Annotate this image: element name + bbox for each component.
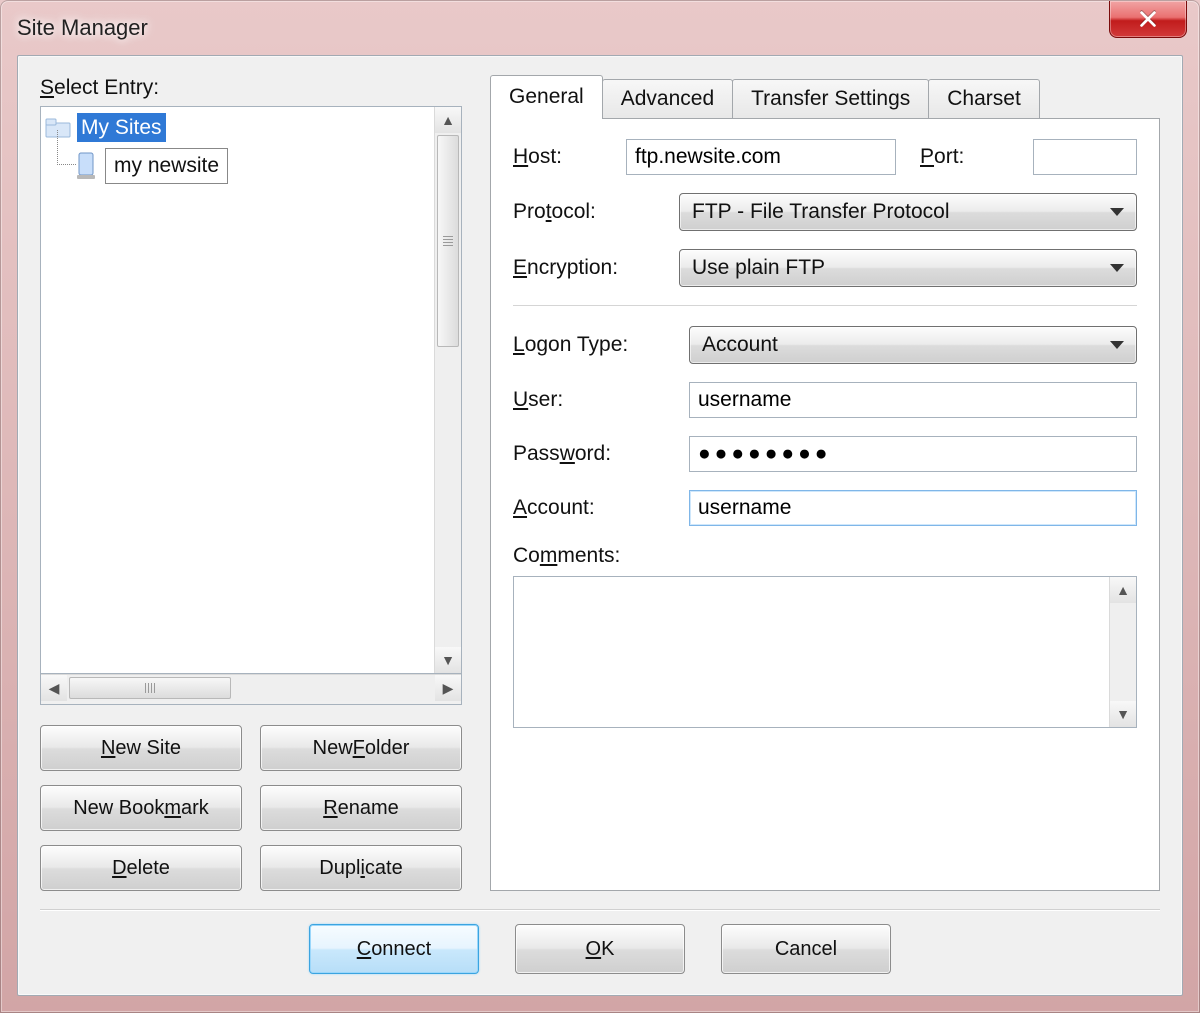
protocol-select[interactable]: FTP - File Transfer Protocol bbox=[679, 193, 1137, 231]
scroll-thumb[interactable] bbox=[437, 135, 459, 347]
host-label: Host: bbox=[513, 145, 610, 169]
tab-panel-general: Host: Port: Protocol: FTP - File Transfe… bbox=[490, 118, 1160, 891]
scroll-up-arrow-icon[interactable]: ▲ bbox=[435, 107, 461, 133]
tree-item-label: my newsite bbox=[105, 148, 228, 183]
logon-type-label: Logon Type: bbox=[513, 333, 673, 357]
comments-vertical-scrollbar[interactable]: ▲ ▼ bbox=[1109, 577, 1136, 727]
tree-horizontal-scrollbar[interactable]: ◀ ▶ bbox=[41, 674, 461, 701]
protocol-label: Protocol: bbox=[513, 200, 663, 224]
new-folder-button[interactable]: New Folder bbox=[260, 725, 462, 771]
footer-divider bbox=[40, 909, 1160, 910]
tree-item-my-newsite[interactable]: my newsite bbox=[75, 148, 430, 183]
host-input[interactable] bbox=[626, 139, 896, 175]
chevron-down-icon bbox=[1110, 264, 1124, 272]
scroll-right-arrow-icon[interactable]: ▶ bbox=[435, 675, 461, 701]
tree-root-label: My Sites bbox=[77, 113, 166, 142]
tab-bar: General Advanced Transfer Settings Chars… bbox=[490, 76, 1160, 118]
port-input[interactable] bbox=[1033, 139, 1137, 175]
account-label: Account: bbox=[513, 496, 673, 520]
user-input[interactable] bbox=[689, 382, 1137, 418]
chevron-down-icon bbox=[1110, 341, 1124, 349]
rename-button[interactable]: Rename bbox=[260, 785, 462, 831]
scroll-thumb[interactable] bbox=[69, 677, 231, 699]
new-site-button[interactable]: New Site bbox=[40, 725, 242, 771]
scroll-down-arrow-icon[interactable]: ▼ bbox=[1110, 701, 1136, 727]
close-button[interactable] bbox=[1109, 1, 1187, 38]
encryption-value: Use plain FTP bbox=[692, 256, 825, 280]
tree-vertical-scrollbar[interactable]: ▲ ▼ bbox=[434, 107, 461, 673]
scroll-up-arrow-icon[interactable]: ▲ bbox=[1110, 577, 1136, 603]
scroll-down-arrow-icon[interactable]: ▼ bbox=[435, 647, 461, 673]
password-label: Password: bbox=[513, 442, 673, 466]
tab-general[interactable]: General bbox=[490, 75, 603, 119]
scroll-left-arrow-icon[interactable]: ◀ bbox=[41, 675, 67, 701]
tab-charset[interactable]: Charset bbox=[928, 79, 1040, 119]
dialog-footer: Connect OK Cancel bbox=[40, 924, 1160, 974]
password-input[interactable] bbox=[689, 436, 1137, 472]
tree-connector-icon bbox=[57, 130, 76, 165]
duplicate-button[interactable]: Duplicate bbox=[260, 845, 462, 891]
site-tree[interactable]: My Sites my newsite ▲ bbox=[40, 106, 462, 674]
account-input[interactable] bbox=[689, 490, 1137, 526]
server-icon bbox=[75, 151, 97, 181]
dialog-body: Select Entry: My Sites bbox=[17, 55, 1183, 996]
tab-transfer-settings[interactable]: Transfer Settings bbox=[732, 79, 929, 119]
titlebar: Site Manager bbox=[1, 1, 1199, 55]
tab-advanced[interactable]: Advanced bbox=[602, 79, 733, 119]
tree-root-my-sites[interactable]: My Sites bbox=[45, 113, 430, 142]
comments-textarea[interactable]: ▲ ▼ bbox=[513, 576, 1137, 728]
protocol-value: FTP - File Transfer Protocol bbox=[692, 200, 950, 224]
select-entry-label: Select Entry: bbox=[40, 76, 462, 100]
comments-label: Comments: bbox=[513, 544, 1137, 568]
port-label: Port: bbox=[920, 145, 1017, 169]
divider bbox=[513, 305, 1137, 306]
cancel-button[interactable]: Cancel bbox=[721, 924, 891, 974]
new-bookmark-button[interactable]: New Bookmark bbox=[40, 785, 242, 831]
chevron-down-icon bbox=[1110, 208, 1124, 216]
ok-button[interactable]: OK bbox=[515, 924, 685, 974]
connect-button[interactable]: Connect bbox=[309, 924, 479, 974]
window-title: Site Manager bbox=[17, 15, 148, 41]
encryption-label: Encryption: bbox=[513, 256, 663, 280]
comments-value bbox=[514, 577, 1109, 727]
close-icon bbox=[1137, 8, 1159, 30]
logon-type-select[interactable]: Account bbox=[689, 326, 1137, 364]
user-label: User: bbox=[513, 388, 673, 412]
delete-button[interactable]: Delete bbox=[40, 845, 242, 891]
logon-type-value: Account bbox=[702, 333, 778, 357]
encryption-select[interactable]: Use plain FTP bbox=[679, 249, 1137, 287]
